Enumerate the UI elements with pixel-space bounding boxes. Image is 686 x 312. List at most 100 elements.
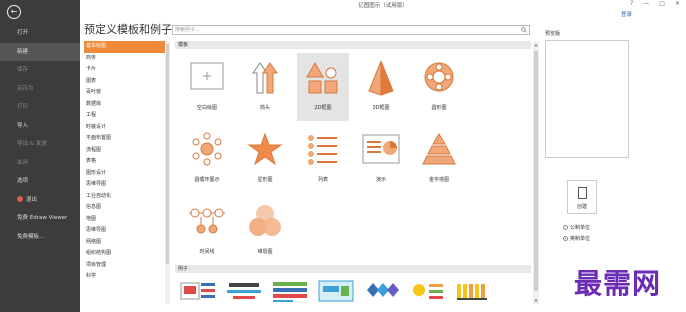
example-thumbnail[interactable] [361,278,403,303]
scroll-down-arrow-icon[interactable]: ▼ [533,298,539,303]
template-label: 时间线 [199,249,215,255]
template-timeline[interactable]: 时间线 [181,197,233,265]
template-label: 圆形图 [431,105,447,111]
example-thumbnail[interactable] [453,278,495,303]
category-item[interactable]: 图形设计 [84,168,165,180]
category-item[interactable]: 表格 [84,156,165,168]
template-arrows[interactable]: 箭头 [239,53,291,121]
examples-strip [177,278,527,303]
search-icon[interactable] [521,27,527,33]
category-item[interactable]: 信息图 [84,202,165,214]
category-item[interactable]: 数据库 [84,99,165,111]
create-button[interactable]: 创建 [567,180,597,214]
category-item[interactable]: 科学 [84,271,165,283]
template-circle[interactable]: 圆形图 [413,53,465,121]
sidebar-item-open[interactable]: 打开 [0,24,80,43]
close-button[interactable]: ✕ [675,0,680,7]
sidebar-item-export-send[interactable]: 导出 & 发送 [0,135,80,154]
sidebar-item-exit[interactable]: 退出 [0,191,80,210]
template-blank-drawing[interactable]: 空白绘图 [181,53,233,121]
template-circle-cycle[interactable]: 圆循环图示 [181,125,233,193]
examples-section-header: 例子 [175,265,531,273]
sidebar-item-exit-label: 退出 [26,196,38,203]
template-2d-block[interactable]: 2D框图 [297,53,349,121]
blank-drawing-icon [190,62,224,90]
template-label: 圆循环图示 [194,177,220,183]
venn-icon [249,205,281,236]
category-item[interactable]: 工程 [84,110,165,122]
category-item-basic-drawing[interactable]: 基本绘图 [84,41,165,53]
presentation-icon [362,134,400,164]
example-thumbnail[interactable] [315,278,357,303]
minimize-button[interactable]: — [643,0,649,7]
template-list[interactable]: 列表 [297,125,349,193]
example-thumbnail[interactable] [223,278,265,303]
list-icon [308,135,337,165]
category-item[interactable]: 图表 [84,76,165,88]
file-sidebar: ← 打开 新建 保存 另存为 打印 导入 导出 & 发送 关闭 选项 退出 免费… [0,0,80,312]
template-venn[interactable]: 维恩图 [239,197,291,265]
template-label: 星形图 [257,177,273,183]
category-item[interactable]: 项目管理 [84,260,165,272]
example-thumbnail[interactable] [269,278,311,303]
category-item[interactable]: 时装设计 [84,122,165,134]
category-item[interactable]: 地图 [84,214,165,226]
metric-units-option[interactable]: 公制单位 [563,224,590,231]
template-label: 金字塔图 [428,177,449,183]
category-item[interactable]: 思维导图 [84,225,165,237]
metric-radio[interactable] [563,225,568,230]
imperial-units-option[interactable]: 英制单位 [563,235,590,242]
template-star[interactable]: 星形图 [239,125,291,193]
template-scrollbar[interactable]: ▲ ▼ [533,41,539,304]
sidebar-item-close[interactable]: 关闭 [0,154,80,173]
maximize-button[interactable]: □ [659,0,665,7]
category-item[interactable]: 思维导图 [84,179,165,191]
metric-units-label: 公制单位 [570,225,591,231]
star-icon [247,132,283,166]
imperial-radio[interactable] [563,236,568,241]
document-icon [578,187,587,199]
template-label: 3D框图 [372,105,390,111]
category-list: 基本绘图 商务 卡片 图表 百叶窗 数据库 工程 时装设计 平面布置图 流程图 … [84,41,165,304]
category-item[interactable]: 平面布置图 [84,133,165,145]
timeline-icon [189,208,225,234]
sidebar-item-save[interactable]: 保存 [0,61,80,80]
category-item[interactable]: 网络图 [84,237,165,249]
template-pyramid[interactable]: 金字塔图 [413,125,465,193]
sidebar-item-print[interactable]: 打印 [0,98,80,117]
back-arrow-icon[interactable]: ← [7,5,21,19]
title-bar: 亿图图示（试用版） ? — □ ✕ [80,0,686,10]
help-button[interactable]: ? [630,0,633,7]
template-label: 箭头 [259,105,270,111]
create-button-label: 创建 [576,204,587,210]
scrollbar-thumb[interactable] [166,44,169,264]
scroll-up-arrow-icon[interactable]: ▲ [533,42,539,47]
pyramid-icon [422,133,456,165]
sidebar-item-new[interactable]: 新建 [0,42,80,61]
category-item[interactable]: 组织结构图 [84,248,165,260]
sidebar-menu: 打开 新建 保存 另存为 打印 导入 导出 & 发送 关闭 选项 退出 免费 E… [0,24,80,246]
template-3d-block[interactable]: 3D框图 [355,53,407,121]
category-scrollbar[interactable] [165,41,170,304]
login-link[interactable]: 登录 [621,10,632,18]
exit-icon [17,195,23,202]
imperial-units-label: 英制单位 [570,236,591,242]
sidebar-item-free-templates[interactable]: 免费模板... [0,228,80,247]
template-label: 2D框图 [314,105,332,111]
sidebar-item-save-as[interactable]: 另存为 [0,80,80,99]
category-item[interactable]: 卡片 [84,64,165,76]
template-presentation[interactable]: 演示 [355,125,407,193]
category-item[interactable]: 工业自动化 [84,191,165,203]
scrollbar-thumb[interactable] [534,51,538,291]
sidebar-item-import[interactable]: 导入 [0,117,80,136]
sidebar-item-free-viewer[interactable]: 免费 Edraw Viewer [0,209,80,228]
preview-box [545,40,629,158]
category-item[interactable]: 百叶窗 [84,87,165,99]
example-thumbnail[interactable] [407,278,449,303]
search-input[interactable]: 搜索例子... [172,25,530,35]
sidebar-item-options[interactable]: 选项 [0,172,80,191]
example-thumbnail[interactable] [177,278,219,303]
window-title: 亿图图示（试用版） [358,3,408,9]
category-item[interactable]: 商务 [84,53,165,65]
category-item[interactable]: 流程图 [84,145,165,157]
